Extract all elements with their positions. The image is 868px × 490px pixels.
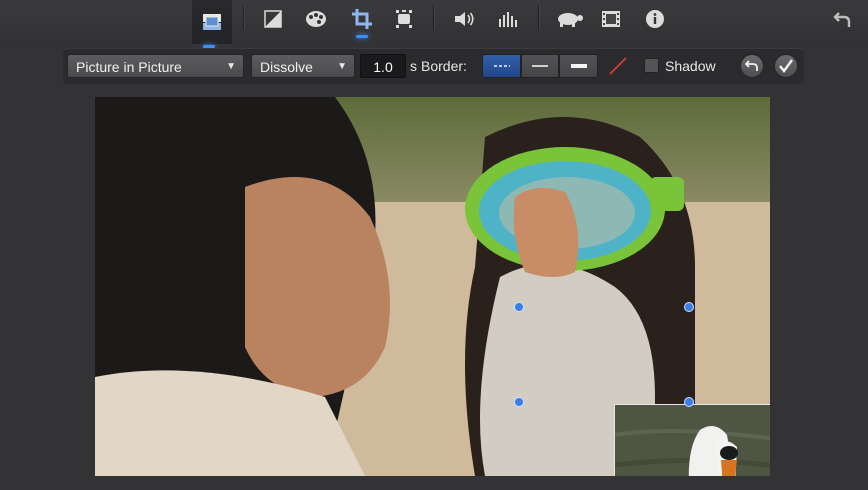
chevron-down-icon: ▼ [226,61,236,72]
overlay-type-value: Picture in Picture [76,59,182,75]
adjustments-toolbar [0,0,868,48]
duration-unit-label: s [410,58,417,74]
clip-filter-button[interactable] [594,4,628,34]
apply-button[interactable] [774,54,798,78]
checkmark-icon [779,59,793,73]
color-balance-icon [264,10,282,28]
toolbar-separator [433,6,435,30]
duration-field[interactable]: 1.0 [360,54,406,78]
stabilization-button[interactable] [387,4,421,34]
shadow-label: Shadow [665,58,716,74]
color-correction-icon [306,11,326,27]
swan-video-frame [615,405,770,476]
transition-dropdown[interactable]: Dissolve ▼ [251,54,355,78]
stabilization-icon [396,10,412,28]
noise-reduction-equalizer-icon [499,12,517,27]
border-label: Border: [421,58,467,74]
no-color-icon [609,57,627,75]
speed-button[interactable] [552,4,586,34]
shadow-checkbox[interactable] [644,58,659,73]
border-thick-button[interactable] [559,54,598,78]
chevron-down-icon: ▼ [337,61,347,72]
color-balance-button[interactable] [256,4,290,34]
color-correction-button[interactable] [299,4,333,34]
pip-resize-handle-top-right[interactable] [684,302,694,312]
dashed-line-icon [493,65,510,67]
equalizer-button[interactable] [491,4,525,34]
undo-arrow-icon [745,60,758,71]
undo-arrow-icon [833,12,851,27]
border-thin-button[interactable] [521,54,559,78]
clip-filter-icon [602,11,620,27]
clip-info-button[interactable] [638,4,672,34]
overlay-type-dropdown[interactable]: Picture in Picture ▼ [67,54,244,78]
video-overlay-settings-icon [203,14,221,30]
video-viewer[interactable] [95,97,770,476]
pip-resize-handle-bottom-left[interactable] [514,397,524,407]
thin-line-icon [532,65,548,67]
video-overlay-settings-button[interactable] [192,0,232,48]
cropping-button[interactable] [345,4,379,38]
toolbar-separator [243,6,245,30]
volume-icon [455,12,474,26]
thick-line-icon [570,64,587,68]
picture-in-picture-overlay[interactable] [614,404,770,476]
reset-all-button[interactable] [826,4,860,34]
border-none-button[interactable] [482,54,521,78]
border-color-well[interactable] [607,55,629,77]
speed-icon [558,13,583,27]
pip-resize-handle-bottom-right[interactable] [684,397,694,407]
revert-button[interactable] [740,54,764,78]
pip-resize-handle-top-left[interactable] [514,302,524,312]
toolbar-separator [538,6,540,30]
transition-value: Dissolve [260,59,313,75]
cropping-icon [352,9,372,29]
video-overlay-controls: Picture in Picture ▼ Dissolve ▼ 1.0 s Bo… [63,48,804,84]
clip-info-icon [646,10,664,28]
volume-button[interactable] [447,4,481,34]
